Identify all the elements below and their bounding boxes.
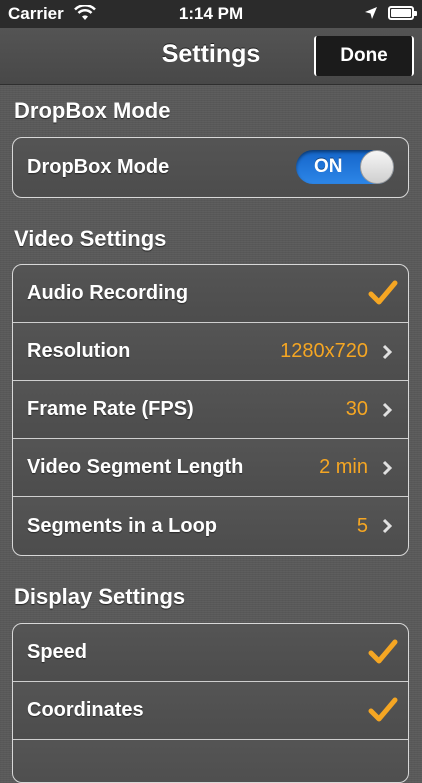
section-title-display: Display Settings — [14, 584, 186, 609]
dropbox-mode-label: DropBox Mode — [27, 155, 170, 178]
checkmark-icon — [368, 280, 398, 305]
frame-rate-row[interactable]: Frame Rate (FPS) 30 — [13, 381, 408, 439]
speed-row[interactable]: Speed — [13, 624, 408, 682]
dropbox-mode-toggle[interactable]: ON — [296, 150, 394, 184]
toggle-on-label: ON — [314, 156, 343, 177]
partial-row[interactable] — [13, 740, 408, 782]
segments-in-loop-value: 5 — [356, 514, 368, 537]
video-segment-length-value: 2 min — [319, 456, 368, 478]
resolution-row[interactable]: Resolution 1280x720 — [13, 323, 408, 381]
location-arrow-icon — [365, 7, 377, 19]
video-segment-length-label: Video Segment Length — [27, 456, 244, 478]
segments-in-loop-label: Segments in a Loop — [27, 514, 218, 537]
toggle-knob — [360, 150, 394, 184]
frame-rate-label: Frame Rate (FPS) — [27, 398, 194, 420]
video-settings-group: Audio Recording Resolution 1280x720 Fram… — [12, 264, 409, 556]
speed-label: Speed — [27, 641, 88, 663]
segments-in-loop-row[interactable]: Segments in a Loop 5 — [13, 497, 408, 555]
status-bar: Carrier 1:14 PM — [0, 0, 422, 28]
section-title-dropbox: DropBox Mode — [14, 98, 171, 123]
display-settings-group: Speed Coordinates — [12, 623, 409, 783]
dropbox-group: DropBox Mode ON — [12, 137, 409, 198]
audio-recording-label: Audio Recording — [27, 282, 189, 304]
chevron-right-icon — [382, 344, 393, 360]
battery-icon — [388, 6, 417, 20]
checkmark-icon — [368, 697, 398, 722]
chevron-right-icon — [382, 402, 393, 418]
audio-recording-row[interactable]: Audio Recording — [13, 265, 408, 323]
frame-rate-value: 30 — [345, 398, 368, 420]
resolution-label: Resolution — [27, 340, 131, 362]
checkmark-icon — [368, 639, 398, 664]
section-title-video: Video Settings — [14, 226, 167, 251]
coordinates-label: Coordinates — [27, 699, 144, 721]
coordinates-row[interactable]: Coordinates — [13, 682, 408, 740]
dropbox-mode-row: DropBox Mode ON — [13, 138, 408, 196]
clock: 1:14 PM — [178, 4, 244, 23]
video-segment-length-row[interactable]: Video Segment Length 2 min — [13, 439, 408, 497]
chevron-right-icon — [382, 518, 393, 534]
done-button[interactable]: Done — [314, 36, 414, 76]
chevron-right-icon — [382, 460, 393, 476]
navigation-bar: Settings Done — [0, 28, 422, 85]
resolution-value: 1280x720 — [280, 340, 368, 362]
